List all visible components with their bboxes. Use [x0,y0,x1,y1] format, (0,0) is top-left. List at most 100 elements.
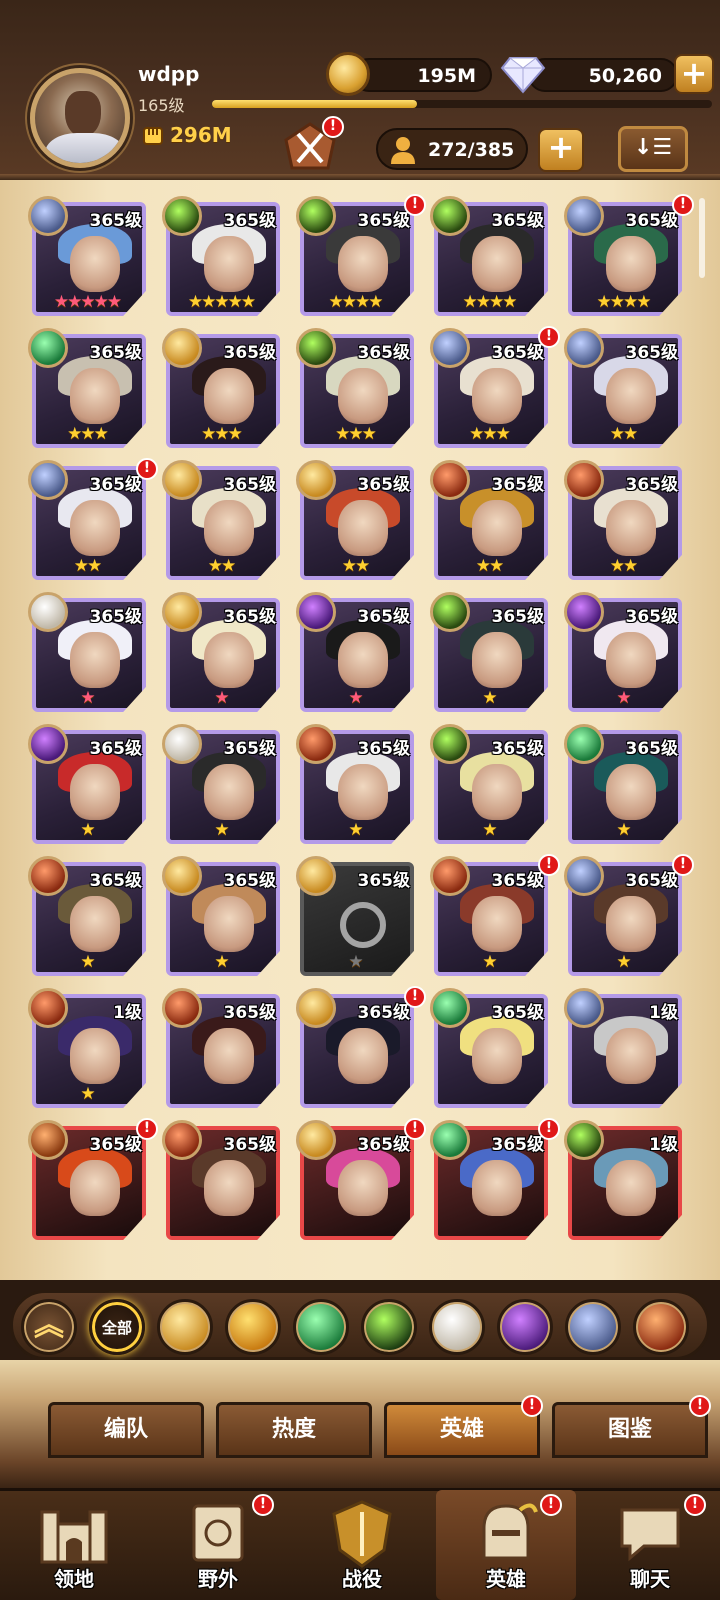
hero-card[interactable]: 365级 ★ [430,724,550,846]
hero-level: 365级 [89,739,143,759]
hero-card[interactable]: 365级 ★★★★! [564,194,694,318]
filter-hypo-icon[interactable] [497,1299,553,1355]
hero-card[interactable]: 1级 [564,1120,684,1242]
hero-card[interactable]: 365级 ★★★! [430,326,560,450]
nav-alert-badge: ! [540,1494,562,1516]
expand-hero-slots-button[interactable]: + [538,128,584,172]
hero-card[interactable]: 365级 ★ [296,856,416,978]
faction-light-icon [296,856,336,896]
hero-face [204,236,254,292]
hero-card[interactable]: 365级 ★★ [162,460,282,582]
hero-card[interactable]: 365级 ★ [564,724,684,846]
faction-celest-icon [28,592,68,632]
hero-card[interactable]: 365级 ★★★ [28,328,148,450]
hero-card[interactable]: 365级 [162,988,282,1110]
hero-card[interactable]: 365级 ★! [564,854,694,978]
hero-card[interactable]: 365级 ★★★ [296,328,416,450]
hero-stars: ★ [80,1084,95,1104]
hero-card[interactable]: 365级 ★ [296,592,416,714]
hero-card[interactable]: 365级 ★! [430,854,560,978]
hero-level: 365级 [491,871,545,891]
nav-item-0[interactable]: 领地 [4,1490,144,1600]
scroll-map-icon [182,1498,254,1568]
hero-card[interactable]: 365级 ★ [28,724,148,846]
gold-display[interactable]: 195M [352,58,492,92]
hero-card[interactable]: 365级 ★★★★★ [28,196,148,318]
hero-card[interactable]: 365级 ★ [28,592,148,714]
castle-icon [38,1498,110,1568]
filter-wilder-icon[interactable] [293,1299,349,1355]
hero-level: 365级 [223,871,277,891]
hero-card[interactable]: 365级 ★ [162,592,282,714]
hero-stars: ★★★ [201,424,243,444]
hero-face [606,1028,656,1084]
player-avatar[interactable] [30,68,130,168]
collapse-filter-button[interactable]: ︽ [21,1299,77,1355]
hero-card[interactable]: 365级 [162,1120,282,1242]
hero-card[interactable]: 365级 ★★! [28,458,158,582]
diamond-display[interactable]: 50,260 [528,58,678,92]
hero-card[interactable]: 365级 ★ [564,592,684,714]
hero-level: 365级 [491,1135,545,1155]
nav-item-1[interactable]: 野外! [148,1490,288,1600]
hero-card[interactable]: 365级 ★★★ [162,328,282,450]
hero-card[interactable]: 365级! [296,986,426,1110]
hero-card[interactable]: 365级 [430,988,550,1110]
hero-stars: ★ [214,820,229,840]
hero-face [70,1028,120,1084]
hero-card[interactable]: 365级 ★ [28,856,148,978]
nav-item-2[interactable]: 战役 [292,1490,432,1600]
filter-light-icon[interactable] [157,1299,213,1355]
faction-mauler-icon [564,460,604,500]
hero-card[interactable]: 365级 ★ [162,724,282,846]
subtab-alert-badge: ! [521,1395,543,1417]
hero-level: 365级 [625,475,679,495]
crest-event-button[interactable]: ! [280,116,344,178]
hero-card[interactable]: 1级 [564,988,684,1110]
hero-level: 365级 [89,1135,143,1155]
hero-card[interactable]: 365级 ★★★★★ [162,196,282,318]
filter-all-button[interactable]: 全部 [89,1299,145,1355]
hero-card[interactable]: 365级! [28,1118,158,1242]
nav-item-4[interactable]: 聊天! [580,1490,720,1600]
nav-item-3[interactable]: 英雄! [436,1490,576,1600]
filter-celest-icon[interactable] [429,1299,485,1355]
subtab-1[interactable]: 热度 [216,1402,372,1458]
hero-stars: ★★ [609,424,638,444]
hero-card[interactable]: 365级 ★ [430,592,550,714]
faction-dim-icon [430,328,470,368]
add-diamond-button[interactable]: + [674,54,714,94]
filter-grave-icon[interactable] [361,1299,417,1355]
hero-card[interactable]: 365级! [430,1118,560,1242]
hero-card[interactable]: 365级 ★★★★! [296,194,426,318]
xp-fill [212,100,417,108]
hero-face [472,764,522,820]
hero-card[interactable]: 1级 ★ [28,988,148,1110]
hero-card[interactable]: 365级 ★★ [564,328,684,450]
subtab-0[interactable]: 编队 [48,1402,204,1458]
hero-stars: ★ [482,820,497,840]
hero-card[interactable]: 365级 ★★ [430,460,550,582]
hero-card[interactable]: 365级 ★★★★ [430,196,550,318]
filter-dim-icon[interactable] [565,1299,621,1355]
filter-mauler-icon[interactable] [225,1299,281,1355]
subtab-2[interactable]: 英雄! [384,1395,543,1458]
battle-shield-icon [326,1498,398,1568]
hero-face [204,896,254,952]
hero-card[interactable]: 365级 ★★ [296,460,416,582]
power-value: 296M [170,123,232,147]
faction-light-icon [296,988,336,1028]
hero-card[interactable]: 365级! [296,1118,426,1242]
hero-card[interactable]: 365级 ★★ [564,460,684,582]
hero-face [472,236,522,292]
faction-dim-icon [564,856,604,896]
hero-card[interactable]: 365级 ★ [162,856,282,978]
hero-list-scrollbar[interactable] [699,198,705,278]
hero-card[interactable]: 365级 ★ [296,724,416,846]
hero-face [606,632,656,688]
sort-button[interactable]: ↓☰ [618,126,688,172]
avatar-armor [45,133,125,163]
filter-drag-icon[interactable] [633,1299,689,1355]
hero-level: 365级 [625,607,679,627]
subtab-3[interactable]: 图鉴! [552,1395,711,1458]
